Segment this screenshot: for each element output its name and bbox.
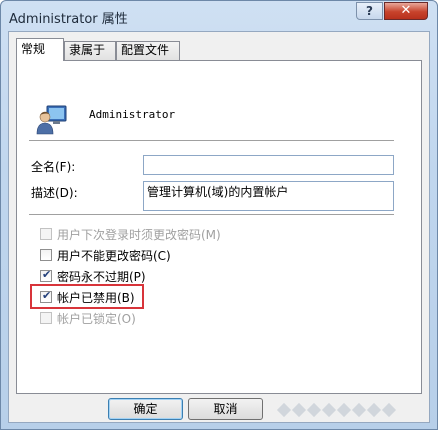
tab-general[interactable]: 常规: [16, 38, 64, 61]
account-name: Administrator: [89, 108, 176, 121]
title-bar[interactable]: Administrator 属性 ? ✕: [1, 1, 437, 31]
highlight-box: [30, 284, 144, 309]
checkbox-label: 密码永不过期(P): [57, 269, 146, 284]
description-input[interactable]: 管理计算机(域)的内置帐户: [143, 181, 394, 211]
must-change-password-checkbox: 用户下次登录时须更改密码(M): [40, 227, 221, 242]
watermark: [276, 402, 429, 422]
checkbox-box: [40, 228, 52, 240]
description-label: 描述(D):: [31, 186, 78, 200]
user-icon: [36, 105, 67, 135]
divider: [29, 214, 394, 216]
checkbox-label: 用户不能更改密码(C): [57, 248, 171, 263]
checkbox-label: 帐户已锁定(O): [57, 311, 136, 326]
checkbox-label: 用户下次登录时须更改密码(M): [57, 227, 221, 242]
ok-button[interactable]: 确定: [108, 398, 183, 420]
tab-member-of[interactable]: 隶属于: [64, 41, 116, 60]
cancel-button[interactable]: 取消: [188, 398, 263, 420]
properties-window: Administrator 属性 ? ✕ 常规 隶属于 配置文件 Adminis…: [0, 0, 438, 430]
divider: [29, 140, 394, 142]
help-icon: ?: [366, 4, 373, 18]
close-icon: ✕: [400, 3, 412, 18]
fullname-input[interactable]: [143, 155, 394, 175]
checkbox-box[interactable]: [40, 249, 52, 261]
help-button[interactable]: ?: [356, 2, 383, 20]
fullname-label: 全名(F):: [31, 160, 76, 174]
account-locked-checkbox: 帐户已锁定(O): [40, 311, 136, 326]
close-button[interactable]: ✕: [384, 2, 428, 20]
tab-profile[interactable]: 配置文件: [116, 41, 180, 60]
checkbox-box[interactable]: [40, 268, 52, 282]
checkbox-box: [40, 312, 52, 324]
cannot-change-password-checkbox[interactable]: 用户不能更改密码(C): [40, 248, 171, 263]
general-tab-panel: Administrator 全名(F): 描述(D): 管理计算机(域)的内置帐…: [16, 60, 422, 394]
password-never-expires-checkbox[interactable]: 密码永不过期(P): [40, 268, 146, 284]
dialog-client-area: 常规 隶属于 配置文件 Administrator 全名(F): 描述(D): …: [8, 31, 430, 423]
window-title: Administrator 属性: [9, 12, 128, 27]
